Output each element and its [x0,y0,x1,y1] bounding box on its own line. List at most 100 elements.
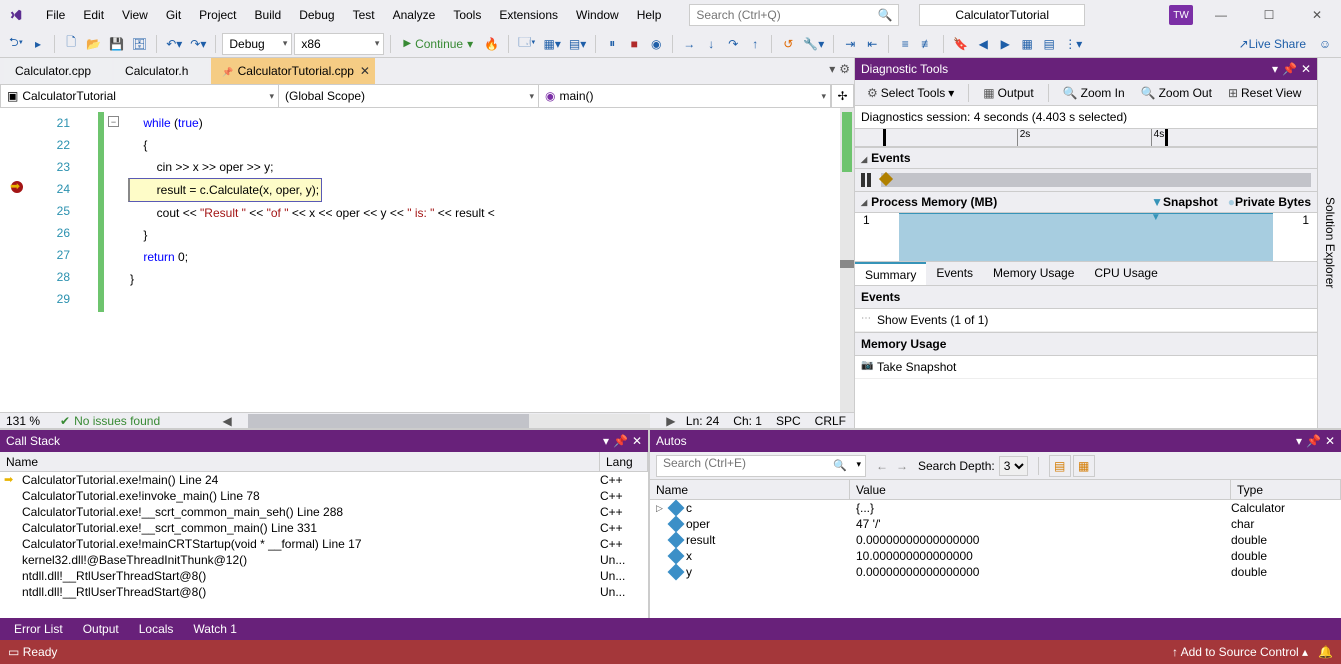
indent-less-button[interactable]: ⇤ [862,33,882,55]
scroll-split-handle[interactable] [840,260,854,268]
fold-toggle[interactable]: − [108,116,119,127]
menu-project[interactable]: Project [191,4,244,26]
time-ruler[interactable]: 2s 4s [855,129,1317,147]
pause-button[interactable]: ⏸ [602,33,622,55]
panel-close-icon[interactable]: ✕ [1301,62,1311,76]
panel-pin-icon[interactable]: 📌 [1306,434,1321,448]
notifications-button[interactable]: 🔔 [1318,645,1333,659]
panel-dropdown-icon[interactable]: ▾ [603,434,609,448]
menu-build[interactable]: Build [247,4,290,26]
autos-search[interactable] [656,455,866,477]
tab-dropdown-icon[interactable]: ▾ [829,62,835,76]
bottom-tab-error-list[interactable]: Error List [4,619,73,639]
diag-tab-memory-usage[interactable]: Memory Usage [983,262,1084,285]
callstack-row[interactable]: ntdll.dll!__RtlUserThreadStart@8()Un... [0,584,648,600]
diag-tab-summary[interactable]: Summary [855,262,926,285]
diag-tab-events[interactable]: Events [926,262,983,285]
continue-button[interactable]: Continue ▾ [397,37,479,51]
menu-git[interactable]: Git [158,4,189,26]
callstack-row[interactable]: CalculatorTutorial.exe!invoke_main() Lin… [0,488,648,504]
tab-calculator-cpp[interactable]: Calculator.cpp [4,58,112,84]
project-name[interactable]: CalculatorTutorial [919,4,1085,26]
redo-button[interactable]: ↷▾ [187,33,209,55]
stop-button[interactable]: ■ [624,33,644,55]
take-snapshot-item[interactable]: Take Snapshot [855,356,1317,379]
callstack-lang-col[interactable]: Lang [600,452,648,471]
output-button[interactable]: ▦Output [977,84,1039,102]
undo-button[interactable]: ↶▾ [163,33,185,55]
menu-extensions[interactable]: Extensions [491,4,566,26]
select-tools-button[interactable]: ⚙Select Tools ▾ [861,84,960,102]
stack-frame-button[interactable]: ▤▾ [566,33,589,55]
hscroll-track[interactable] [248,414,650,428]
panel-dropdown-icon[interactable]: ▾ [1296,434,1302,448]
indent-more-button[interactable]: ⇥ [840,33,860,55]
process-button[interactable]: 🗔▾ [515,33,538,55]
hot-reload-button[interactable]: 🔥 [481,33,502,55]
nav-fwd-button[interactable]: ▸ [28,33,48,55]
panel-close-icon[interactable]: ✕ [1325,434,1335,448]
show-events-item[interactable]: Show Events (1 of 1) [855,309,1317,332]
bottom-tab-output[interactable]: Output [73,619,129,639]
panel-close-icon[interactable]: ✕ [632,434,642,448]
menu-help[interactable]: Help [629,4,670,26]
code-editor[interactable]: while (true) { cin >> x >> oper >> y; re… [90,108,854,412]
next-bookmark-button[interactable]: ▶ [995,33,1015,55]
tab-gear-icon[interactable]: ⚙ [839,62,850,76]
callstack-row[interactable]: CalculatorTutorial.exe!__scrt_common_mai… [0,504,648,520]
events-section-header[interactable]: Events [855,147,1317,169]
tab-calculatortutorial-cpp[interactable]: CalculatorTutorial.cpp✕ [211,58,375,84]
toggle-button-2[interactable]: ▤ [1039,33,1059,55]
event-diamond-icon[interactable] [879,172,893,186]
maximize-button[interactable]: ☐ [1249,3,1289,27]
menu-edit[interactable]: Edit [75,4,112,26]
restart-button[interactable]: ◉ [646,33,666,55]
user-badge[interactable]: TW [1169,5,1193,25]
diag-tab-cpu-usage[interactable]: CPU Usage [1084,262,1167,285]
step-out-button[interactable]: ↑ [745,33,765,55]
platform-dropdown[interactable]: x86 [294,33,384,55]
nav-split-button[interactable]: ✢ [831,85,853,107]
callstack-row[interactable]: CalculatorTutorial.exe!main() Line 24C++ [0,472,648,488]
autos-row[interactable]: y0.00000000000000000double [650,564,1341,580]
panel-pin-icon[interactable]: 📌 [613,434,628,448]
autos-row[interactable]: x10.000000000000000double [650,548,1341,564]
reset-view-button[interactable]: ⊞Reset View [1222,84,1308,102]
show-next-button[interactable]: → [679,33,699,55]
process-memory-header[interactable]: Process Memory (MB) ▼Snapshot ●Private B… [855,191,1317,213]
callstack-row[interactable]: ntdll.dll!__RtlUserThreadStart@8()Un... [0,568,648,584]
nav-back-button[interactable]: ⮌▾ [6,33,26,55]
autos-value-col[interactable]: Value [850,480,1231,499]
feedback-button[interactable]: ☺ [1315,33,1335,55]
menu-window[interactable]: Window [568,4,627,26]
hscroll-left-button[interactable]: ◀ [220,414,234,428]
callstack-row[interactable]: kernel32.dll!@BaseThreadInitThunk@12()Un… [0,552,648,568]
toggle-button-3[interactable]: ⋮▾ [1061,33,1085,55]
autos-search-input[interactable] [663,456,843,470]
autos-name-col[interactable]: Name [650,480,850,499]
minimize-button[interactable]: — [1201,3,1241,27]
tab-calculator-h[interactable]: Calculator.h [114,58,209,84]
ruler-start-marker[interactable] [883,129,886,146]
callstack-name-col[interactable]: Name [0,452,600,471]
close-button[interactable]: ✕ [1297,3,1337,27]
prev-bookmark-button[interactable]: ◀ [973,33,993,55]
source-control-button[interactable]: ↑ Add to Source Control ▴ [1172,645,1308,659]
menu-analyze[interactable]: Analyze [385,4,444,26]
search-next-button[interactable]: → [892,456,912,476]
zoom-in-button[interactable]: 🔍Zoom In [1057,84,1131,102]
nav-project-dropdown[interactable]: ▣CalculatorTutorial [1,85,279,107]
autos-row[interactable]: oper47 '/'char [650,516,1341,532]
hscroll-right-button[interactable]: ▶ [664,414,678,428]
thread-button[interactable]: ▦▾ [541,33,564,55]
zoom-level[interactable]: 131 % [0,414,60,428]
vertical-scrollbar[interactable] [840,108,854,412]
reapply-button[interactable]: ↺ [778,33,798,55]
autos-type-col[interactable]: Type [1231,480,1341,499]
hscroll-thumb[interactable] [248,414,529,428]
bottom-tab-locals[interactable]: Locals [129,619,184,639]
autos-row[interactable]: result0.00000000000000000double [650,532,1341,548]
config-dropdown[interactable]: Debug [222,33,292,55]
events-track[interactable] [881,173,1311,187]
bookmark-button[interactable]: 🔖 [950,33,971,55]
